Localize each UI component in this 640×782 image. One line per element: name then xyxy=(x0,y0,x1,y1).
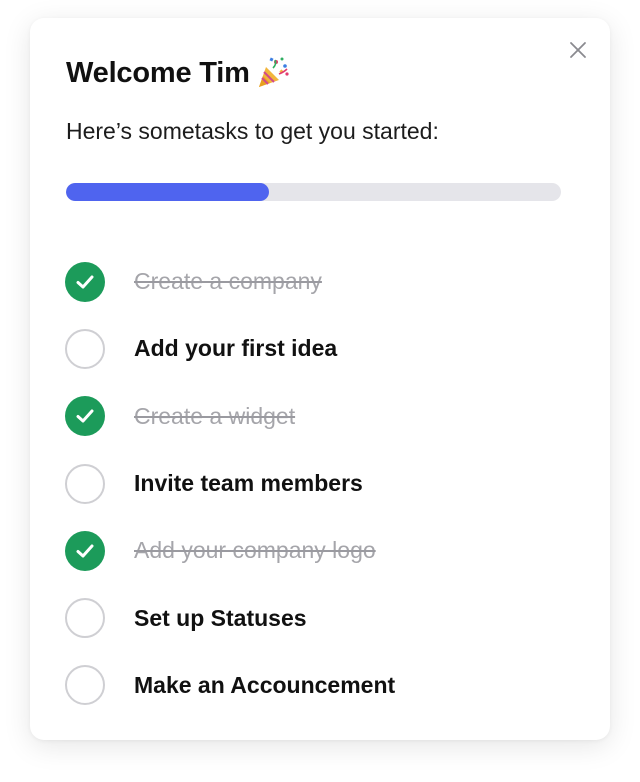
close-icon[interactable] xyxy=(568,40,588,60)
progress-bar xyxy=(66,183,561,201)
empty-circle-icon[interactable] xyxy=(65,328,105,369)
welcome-header: Welcome Tim xyxy=(66,56,290,90)
task-label: Add your company logo xyxy=(134,537,376,564)
party-popper-icon xyxy=(258,57,289,87)
task-list: Create a company Add your first idea Creat… xyxy=(65,248,585,719)
page-title: Welcome Tim xyxy=(66,56,250,89)
task-item[interactable]: Add your company logo xyxy=(65,517,585,584)
empty-circle-icon[interactable] xyxy=(65,665,105,706)
onboarding-card: Welcome Tim Here’s sometasks to get you … xyxy=(30,18,610,740)
task-label: Invite team members xyxy=(134,470,363,497)
empty-circle-icon[interactable] xyxy=(65,598,105,639)
checkmark-circle-icon[interactable] xyxy=(65,530,105,571)
subtitle: Here’s sometasks to get you started: xyxy=(66,118,439,144)
task-item[interactable]: Create a widget xyxy=(65,383,585,450)
task-label: Make an Accouncement xyxy=(134,671,396,698)
task-item[interactable]: Make an Accouncement xyxy=(65,652,585,719)
task-label: Create a widget xyxy=(134,402,296,429)
task-label: Add your first idea xyxy=(134,335,338,362)
checkmark-circle-icon[interactable] xyxy=(65,261,105,302)
task-item[interactable]: Add your first idea xyxy=(65,315,585,382)
task-label: Create a company xyxy=(134,268,322,295)
progress-fill xyxy=(66,183,269,201)
task-item[interactable]: Invite team members xyxy=(65,450,585,517)
empty-circle-icon[interactable] xyxy=(65,463,105,504)
task-label: Set up Statuses xyxy=(134,604,307,631)
task-item[interactable]: Set up Statuses xyxy=(65,584,585,651)
task-item[interactable]: Create a company xyxy=(65,248,585,315)
checkmark-circle-icon[interactable] xyxy=(65,396,105,437)
